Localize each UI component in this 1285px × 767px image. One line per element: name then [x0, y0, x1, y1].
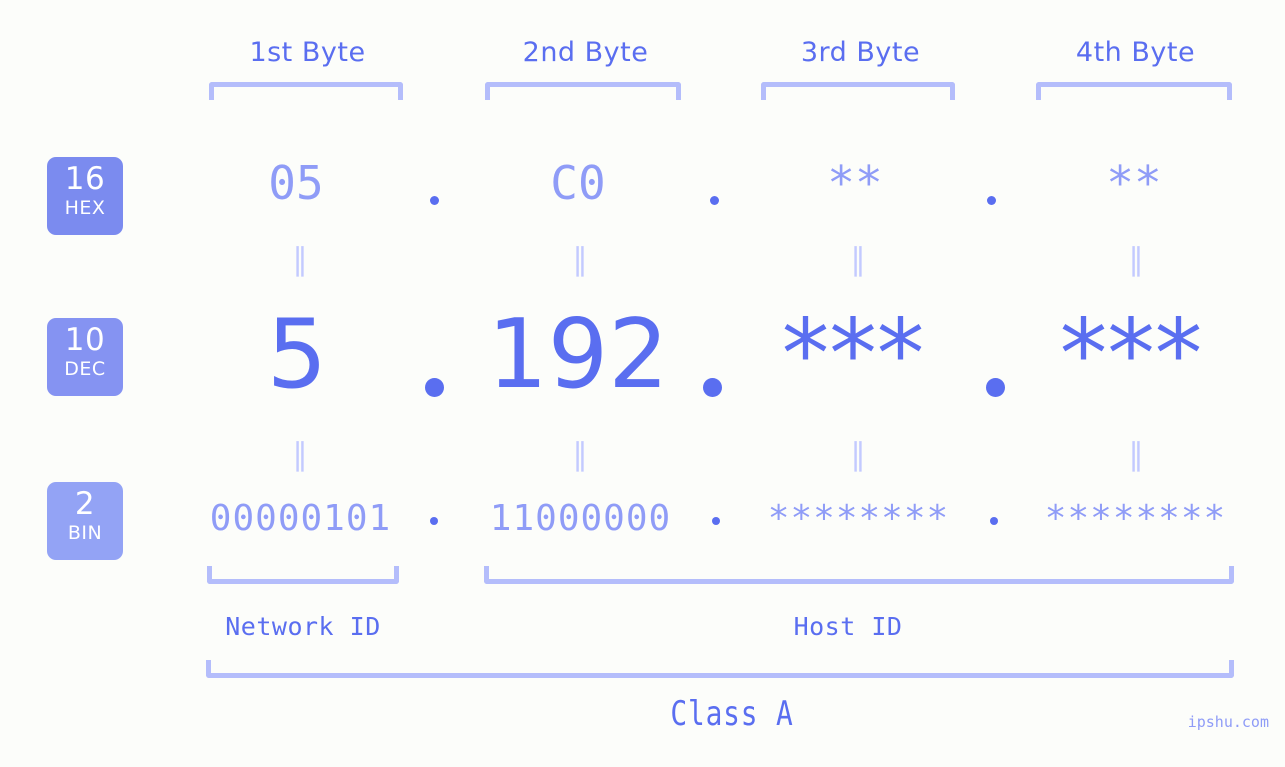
byte-header-label-3: 3rd Byte — [800, 37, 921, 68]
hex-separator-dot-3 — [987, 196, 996, 205]
base-badge-bin: 2 BIN — [47, 482, 123, 560]
hex-byte-value-2: C0 — [550, 156, 606, 210]
hex-separator-dot-1 — [430, 196, 439, 205]
bin-byte-value-4: ******** — [1044, 498, 1227, 539]
equals-dec-bin-2: ∥ — [572, 437, 588, 473]
bin-separator-dot-3 — [990, 517, 998, 525]
equals-dec-bin-4: ∥ — [1128, 437, 1144, 473]
byte-bracket-top-2 — [485, 82, 681, 100]
dec-byte-value-2: 192 — [487, 300, 669, 410]
hex-byte-value-4: ** — [1106, 156, 1162, 210]
dec-separator-dot-1 — [425, 378, 444, 397]
equals-dec-bin-1: ∥ — [292, 437, 308, 473]
host-id-bracket — [484, 566, 1234, 584]
base-badge-dec: 10 DEC — [47, 318, 123, 396]
byte-bracket-top-1 — [209, 82, 403, 100]
base-badge-hex-name: HEX — [64, 197, 106, 219]
byte-header-label-4: 4th Byte — [1075, 37, 1196, 68]
base-badge-dec-name: DEC — [64, 358, 106, 380]
ip-address-breakdown-diagram: 1st Byte 2nd Byte 3rd Byte 4th Byte 16 H… — [0, 0, 1285, 767]
class-bracket — [206, 660, 1234, 678]
base-badge-bin-number: 2 — [74, 486, 96, 522]
equals-hex-dec-3: ∥ — [850, 242, 866, 278]
dec-byte-value-3: *** — [781, 300, 925, 410]
bin-separator-dot-1 — [430, 517, 438, 525]
site-watermark: ipshu.com — [1187, 713, 1269, 731]
byte-bracket-top-4 — [1036, 82, 1232, 100]
byte-header-label-1: 1st Byte — [249, 37, 366, 68]
base-badge-hex-number: 16 — [64, 161, 106, 197]
equals-hex-dec-4: ∥ — [1128, 242, 1144, 278]
network-id-label: Network ID — [225, 612, 381, 641]
dec-byte-value-4: *** — [1059, 300, 1203, 410]
hex-byte-value-3: ** — [827, 156, 883, 210]
equals-hex-dec-1: ∥ — [292, 242, 308, 278]
dec-byte-value-1: 5 — [266, 300, 328, 410]
hex-separator-dot-2 — [710, 196, 719, 205]
bin-separator-dot-2 — [712, 517, 720, 525]
hex-byte-value-1: 05 — [268, 156, 324, 210]
bin-byte-value-3: ******** — [767, 498, 950, 539]
network-id-bracket — [207, 566, 399, 584]
equals-dec-bin-3: ∥ — [850, 437, 866, 473]
dec-separator-dot-3 — [986, 378, 1005, 397]
class-label: Class A — [670, 694, 794, 734]
base-badge-bin-name: BIN — [67, 522, 103, 544]
byte-header-label-2: 2nd Byte — [522, 37, 649, 68]
base-badge-dec-number: 10 — [64, 322, 106, 358]
bin-byte-value-2: 11000000 — [489, 498, 672, 539]
bin-byte-value-1: 00000101 — [209, 498, 392, 539]
base-badge-hex: 16 HEX — [47, 157, 123, 235]
equals-hex-dec-2: ∥ — [572, 242, 588, 278]
byte-bracket-top-3 — [761, 82, 955, 100]
dec-separator-dot-2 — [703, 378, 722, 397]
host-id-label: Host ID — [793, 612, 903, 641]
